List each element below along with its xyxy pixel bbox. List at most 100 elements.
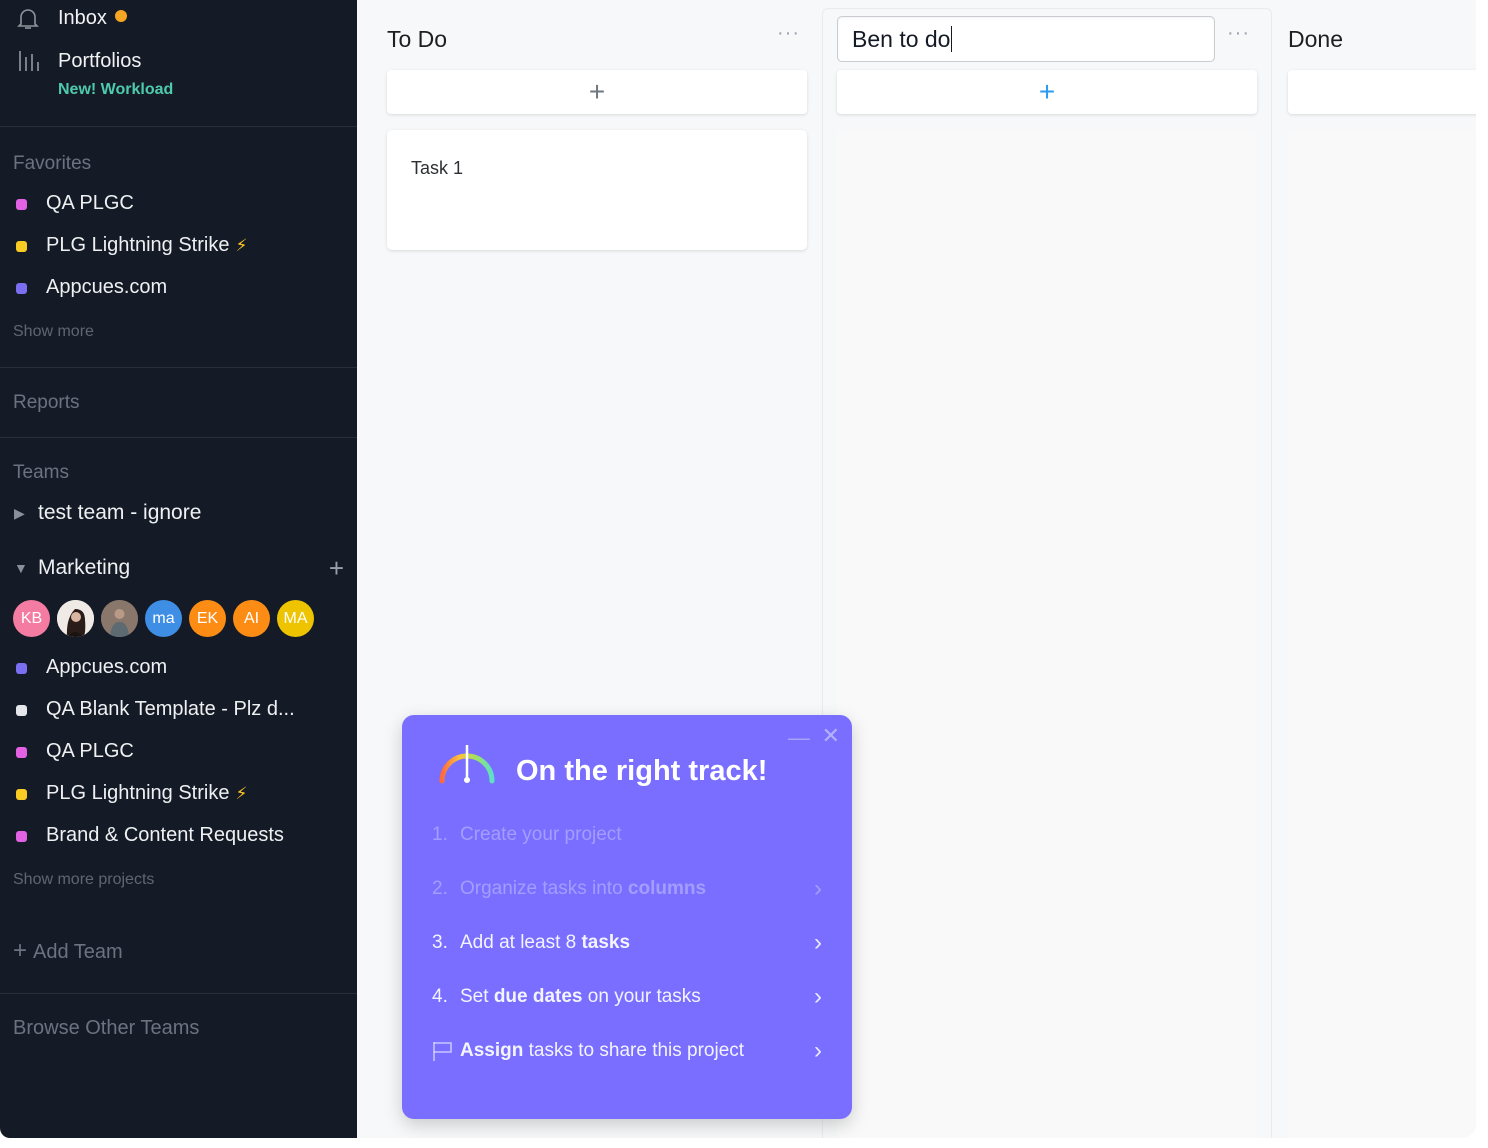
- lightning-icon: ⚡: [235, 236, 248, 255]
- project-color-swatch: [16, 831, 27, 842]
- project-color-swatch: [16, 747, 27, 758]
- step-text-post: tasks to share this project: [523, 1040, 745, 1061]
- show-more-favorites[interactable]: Show more: [13, 323, 94, 341]
- project-name: PLG Lightning Strike: [46, 234, 230, 256]
- unread-dot: [114, 9, 127, 22]
- onboarding-checklist: — ✕ On the right track! 1. Create your pr…: [402, 715, 852, 1119]
- chevron-right-icon[interactable]: ›: [814, 983, 822, 1011]
- close-icon[interactable]: ✕: [822, 723, 840, 749]
- gauge-icon: [439, 745, 495, 784]
- project-item[interactable]: QA PLGC: [0, 738, 340, 768]
- step-text: Set due dates on your tasks: [460, 986, 701, 1008]
- add-team-button[interactable]: + Add Team: [13, 937, 123, 965]
- project-item[interactable]: Appcues.com: [0, 274, 340, 304]
- project-item[interactable]: Brand & Content Requests: [0, 822, 340, 852]
- step-number: 3.: [432, 932, 448, 953]
- project-name: PLG Lightning Strike: [46, 782, 230, 804]
- column-menu-button[interactable]: ···: [1227, 22, 1250, 45]
- member-avatar[interactable]: MA: [277, 600, 314, 637]
- step-text-bold: due dates: [493, 986, 583, 1007]
- column-title[interactable]: To Do: [387, 26, 447, 53]
- project-color-swatch: [16, 663, 27, 674]
- member-avatar[interactable]: [101, 600, 138, 637]
- project-color-swatch: [16, 283, 27, 294]
- project-item[interactable]: QA Blank Template - Plz d...: [0, 696, 340, 726]
- team-marketing[interactable]: ▼ Marketing +: [14, 553, 344, 584]
- project-name: QA PLGC: [46, 192, 134, 214]
- plus-icon: +: [13, 937, 28, 964]
- project-label: QA PLGC: [46, 192, 134, 215]
- task-name: Task 1: [411, 158, 464, 178]
- plus-icon: +: [588, 76, 606, 107]
- step-text-bold: Assign: [460, 1040, 524, 1061]
- show-more-projects[interactable]: Show more projects: [13, 871, 154, 889]
- project-name: Appcues.com: [46, 276, 168, 298]
- caret-down-icon[interactable]: ▼: [14, 560, 28, 576]
- bell-icon: [14, 4, 42, 32]
- divider: [0, 367, 357, 368]
- bar-chart-icon: [14, 47, 42, 75]
- chevron-right-icon[interactable]: ›: [814, 1037, 822, 1065]
- project-label: Appcues.com: [46, 276, 167, 299]
- project-item[interactable]: QA PLGC: [0, 190, 340, 220]
- avatar-photo: [101, 600, 138, 637]
- step-number: 4.: [432, 986, 448, 1007]
- reports-link[interactable]: Reports: [13, 392, 80, 414]
- project-name: QA Blank Template - Plz d...: [46, 698, 295, 720]
- browse-teams-link[interactable]: Browse Other Teams: [13, 1017, 199, 1040]
- team-test-team[interactable]: ▶ test team - ignore: [14, 499, 344, 529]
- project-name: QA PLGC: [46, 740, 134, 762]
- app-window: Inbox Portfolios New! Workload Favorites…: [0, 0, 1476, 1138]
- plus-icon: +: [1038, 76, 1056, 107]
- inbox-label: Inbox: [58, 6, 107, 29]
- step-text: Organize tasks into columns: [460, 878, 706, 900]
- team-name: Marketing: [38, 556, 131, 579]
- divider: [0, 437, 357, 438]
- step-text: Assign tasks to share this project: [460, 1040, 744, 1062]
- sidebar-item-portfolios[interactable]: Portfolios: [0, 46, 340, 76]
- add-task-button[interactable]: [1288, 70, 1476, 114]
- project-color-swatch: [16, 241, 27, 252]
- task-card[interactable]: Task 1: [387, 130, 807, 250]
- checklist-step[interactable]: Assign tasks to share this project ›: [432, 1037, 822, 1067]
- column-title-input[interactable]: Ben to do: [837, 16, 1215, 62]
- column-title[interactable]: Done: [1288, 26, 1343, 53]
- column-menu-button[interactable]: ···: [777, 22, 800, 45]
- project-name: Brand & Content Requests: [46, 824, 284, 846]
- project-label: PLG Lightning Strike ⚡: [46, 782, 247, 805]
- project-item[interactable]: PLG Lightning Strike ⚡: [0, 780, 340, 810]
- team-name: test team - ignore: [38, 501, 202, 524]
- sidebar: Inbox Portfolios New! Workload Favorites…: [0, 0, 357, 1138]
- add-team-label: Add Team: [33, 941, 123, 963]
- step-text-pre: Create your project: [460, 824, 622, 845]
- member-avatar[interactable]: ma: [145, 600, 182, 637]
- chevron-right-icon[interactable]: ›: [814, 875, 822, 903]
- text-cursor: [951, 26, 953, 52]
- member-avatar[interactable]: AI: [233, 600, 270, 637]
- step-text-post: on your tasks: [582, 986, 701, 1007]
- workload-link[interactable]: New! Workload: [58, 81, 173, 99]
- add-task-button[interactable]: +: [387, 70, 807, 114]
- minimize-icon[interactable]: —: [788, 725, 810, 751]
- checklist-step[interactable]: 2. Organize tasks into columns ›: [432, 875, 822, 905]
- member-avatar[interactable]: EK: [189, 600, 226, 637]
- project-label: PLG Lightning Strike ⚡: [46, 234, 247, 257]
- member-avatar[interactable]: [57, 600, 94, 637]
- checklist-step[interactable]: 3. Add at least 8 tasks ›: [432, 929, 822, 959]
- checklist-step[interactable]: 4. Set due dates on your tasks ›: [432, 983, 822, 1013]
- project-label: QA Blank Template - Plz d...: [46, 698, 295, 721]
- chevron-right-icon[interactable]: ›: [814, 929, 822, 957]
- column-drop-area: [837, 130, 1257, 1138]
- project-item[interactable]: PLG Lightning Strike ⚡: [0, 232, 340, 262]
- add-task-button[interactable]: +: [837, 70, 1257, 114]
- project-label: Appcues.com: [46, 656, 167, 679]
- project-color-swatch: [16, 789, 27, 800]
- member-avatar[interactable]: KB: [13, 600, 50, 637]
- add-project-button[interactable]: +: [329, 553, 344, 584]
- project-item[interactable]: Appcues.com: [0, 654, 340, 684]
- caret-right-icon[interactable]: ▶: [14, 505, 25, 522]
- team-members: KB ma EK AI MA: [13, 600, 321, 637]
- project-label: Brand & Content Requests: [46, 824, 284, 847]
- step-text-pre: Add at least 8: [460, 932, 582, 953]
- sidebar-item-inbox[interactable]: Inbox: [0, 3, 340, 33]
